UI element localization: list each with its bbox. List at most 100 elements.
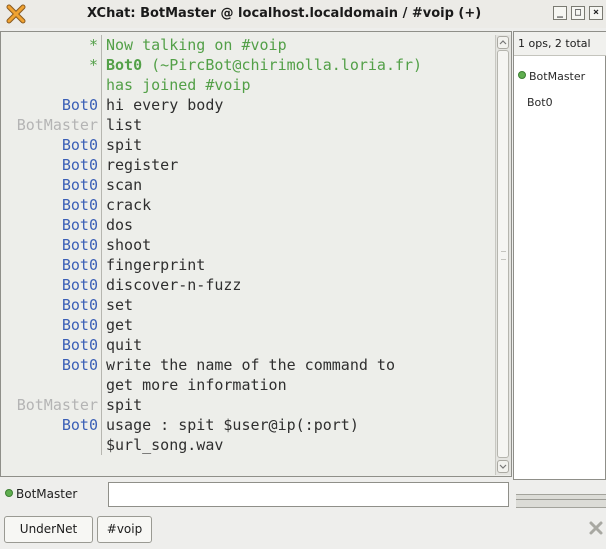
nick-separator <box>101 375 102 395</box>
xchat-window: XChat: BotMaster @ localhost.localdomain… <box>0 0 606 549</box>
op-status-icon <box>518 71 526 79</box>
chat-message: discover-n-fuzz <box>106 276 242 294</box>
chat-nick: Bot0 <box>61 216 98 234</box>
chat-message: spit <box>106 396 143 414</box>
chat-line: Bot0 dos <box>1 215 495 235</box>
chat-nick <box>1 75 98 95</box>
xchat-x-icon <box>6 4 26 24</box>
chat-nick: Bot0 <box>61 136 98 154</box>
arrow-up-icon <box>499 40 507 45</box>
scroll-up-button[interactable] <box>497 36 509 49</box>
chat-text-area[interactable]: * Now talking on #voip * Bot0 (~PircBot@chi… <box>0 31 512 477</box>
chat-nick: Bot0 <box>61 236 98 254</box>
chat-message: Now talking on #voip <box>106 36 287 54</box>
chat-line: * Now talking on #voip <box>1 35 495 55</box>
user-item-bot0[interactable]: Bot0 <box>527 96 553 109</box>
chat-message: fingerprint <box>106 256 206 274</box>
nick-separator <box>101 295 102 315</box>
chat-line: BotMaster spit <box>1 395 495 415</box>
grip-icon <box>501 251 506 260</box>
scroll-thumb[interactable] <box>497 50 509 458</box>
chat-line: Bot0 spit <box>1 135 495 155</box>
chat-line: has joined #voip <box>1 75 495 95</box>
join-host: (~PircBot@chirimolla.loria.fr) <box>142 56 423 74</box>
chat-message: dos <box>106 216 134 234</box>
tab-voip[interactable]: #voip <box>97 516 152 543</box>
chat-nick: Bot0 <box>61 336 98 354</box>
window-title: XChat: BotMaster @ localhost.localdomain… <box>87 6 482 21</box>
scroll-down-button[interactable] <box>497 460 509 473</box>
user-name: Bot0 <box>527 96 553 109</box>
chat-nick: Bot0 <box>61 356 98 374</box>
chat-line: Bot0 register <box>1 155 495 175</box>
chat-line: Bot0 discover-n-fuzz <box>1 275 495 295</box>
nick-separator <box>101 435 102 455</box>
chat-line: Bot0 get <box>1 315 495 335</box>
user-count-label: 1 ops, 2 total <box>514 32 606 56</box>
chat-nick: Bot0 <box>61 416 98 434</box>
maximize-button[interactable]: □ <box>571 6 585 20</box>
chat-nick: Bot0 <box>61 256 98 274</box>
chat-message: set <box>106 296 134 314</box>
chat-message: scan <box>106 176 143 194</box>
chat-nick: Bot0 <box>61 196 98 214</box>
chat-line: BotMaster list <box>1 115 495 135</box>
chat-message: get more information <box>106 376 287 394</box>
chat-line: Bot0 usage : spit $user@ip(:port) <box>1 415 495 435</box>
nick-separator <box>101 195 102 215</box>
tab-undernet[interactable]: UnderNet <box>4 516 93 543</box>
nick-separator <box>101 75 102 95</box>
chat-line: Bot0 scan <box>1 175 495 195</box>
nick-separator <box>101 275 102 295</box>
nick-separator <box>101 95 102 115</box>
nick-separator <box>101 395 102 415</box>
nick-separator <box>101 175 102 195</box>
chat-line: $url_song.wav <box>1 435 495 455</box>
chat-scrollbar[interactable] <box>495 35 511 475</box>
pane-resize-handle[interactable] <box>516 494 606 508</box>
chat-message: quit <box>106 336 143 354</box>
chat-lines: * Now talking on #voip * Bot0 (~PircBot@chi… <box>1 35 495 455</box>
chat-message: Bot0 (~PircBot@chirimolla.loria.fr) <box>106 55 422 75</box>
message-input[interactable] <box>108 482 509 507</box>
arrow-down-icon <box>499 464 507 469</box>
chat-message: has joined #voip <box>106 76 251 94</box>
joined-nick: Bot0 <box>106 56 143 74</box>
chat-nick: Bot0 <box>61 96 98 114</box>
chat-message: crack <box>106 196 152 214</box>
chat-nick: BotMaster <box>16 396 98 414</box>
chat-nick: Bot0 <box>61 176 98 194</box>
nick-button[interactable]: BotMaster <box>5 487 77 501</box>
nick-separator <box>101 255 102 275</box>
user-item-botmaster[interactable]: BotMaster <box>518 70 585 83</box>
title-bar[interactable]: XChat: BotMaster @ localhost.localdomain… <box>0 0 606 28</box>
chat-line: Bot0 shoot <box>1 235 495 255</box>
chat-nick: Bot0 <box>61 316 98 334</box>
nick-separator <box>101 235 102 255</box>
chat-line: Bot0 quit <box>1 335 495 355</box>
chat-message: write the name of the command to <box>106 356 395 374</box>
chat-nick: BotMaster <box>16 116 98 134</box>
nick-separator <box>101 355 102 375</box>
chat-line: * Bot0 (~PircBot@chirimolla.loria.fr) <box>1 55 495 75</box>
minimize-button[interactable]: _ <box>553 6 567 20</box>
nick-separator <box>101 335 102 355</box>
chat-line: Bot0 fingerprint <box>1 255 495 275</box>
chat-nick: * <box>88 36 98 54</box>
chat-nick <box>1 435 98 455</box>
chat-nick: Bot0 <box>61 276 98 294</box>
chat-nick: Bot0 <box>61 296 98 314</box>
chat-line: Bot0 set <box>1 295 495 315</box>
chat-line: Bot0 write the name of the command to <box>1 355 495 375</box>
nick-separator <box>101 115 102 135</box>
close-window-button[interactable]: × <box>589 6 603 20</box>
chat-line: Bot0 hi every body <box>1 95 495 115</box>
chat-message: usage : spit $user@ip(:port) <box>106 416 359 434</box>
close-icon[interactable] <box>588 520 604 536</box>
user-list-panel: 1 ops, 2 total BotMaster Bot0 <box>513 31 606 480</box>
chat-line: get more information <box>1 375 495 395</box>
chat-message: shoot <box>106 236 152 254</box>
op-status-icon <box>5 489 13 497</box>
nick-separator <box>101 135 102 155</box>
chat-message: get <box>106 316 134 334</box>
